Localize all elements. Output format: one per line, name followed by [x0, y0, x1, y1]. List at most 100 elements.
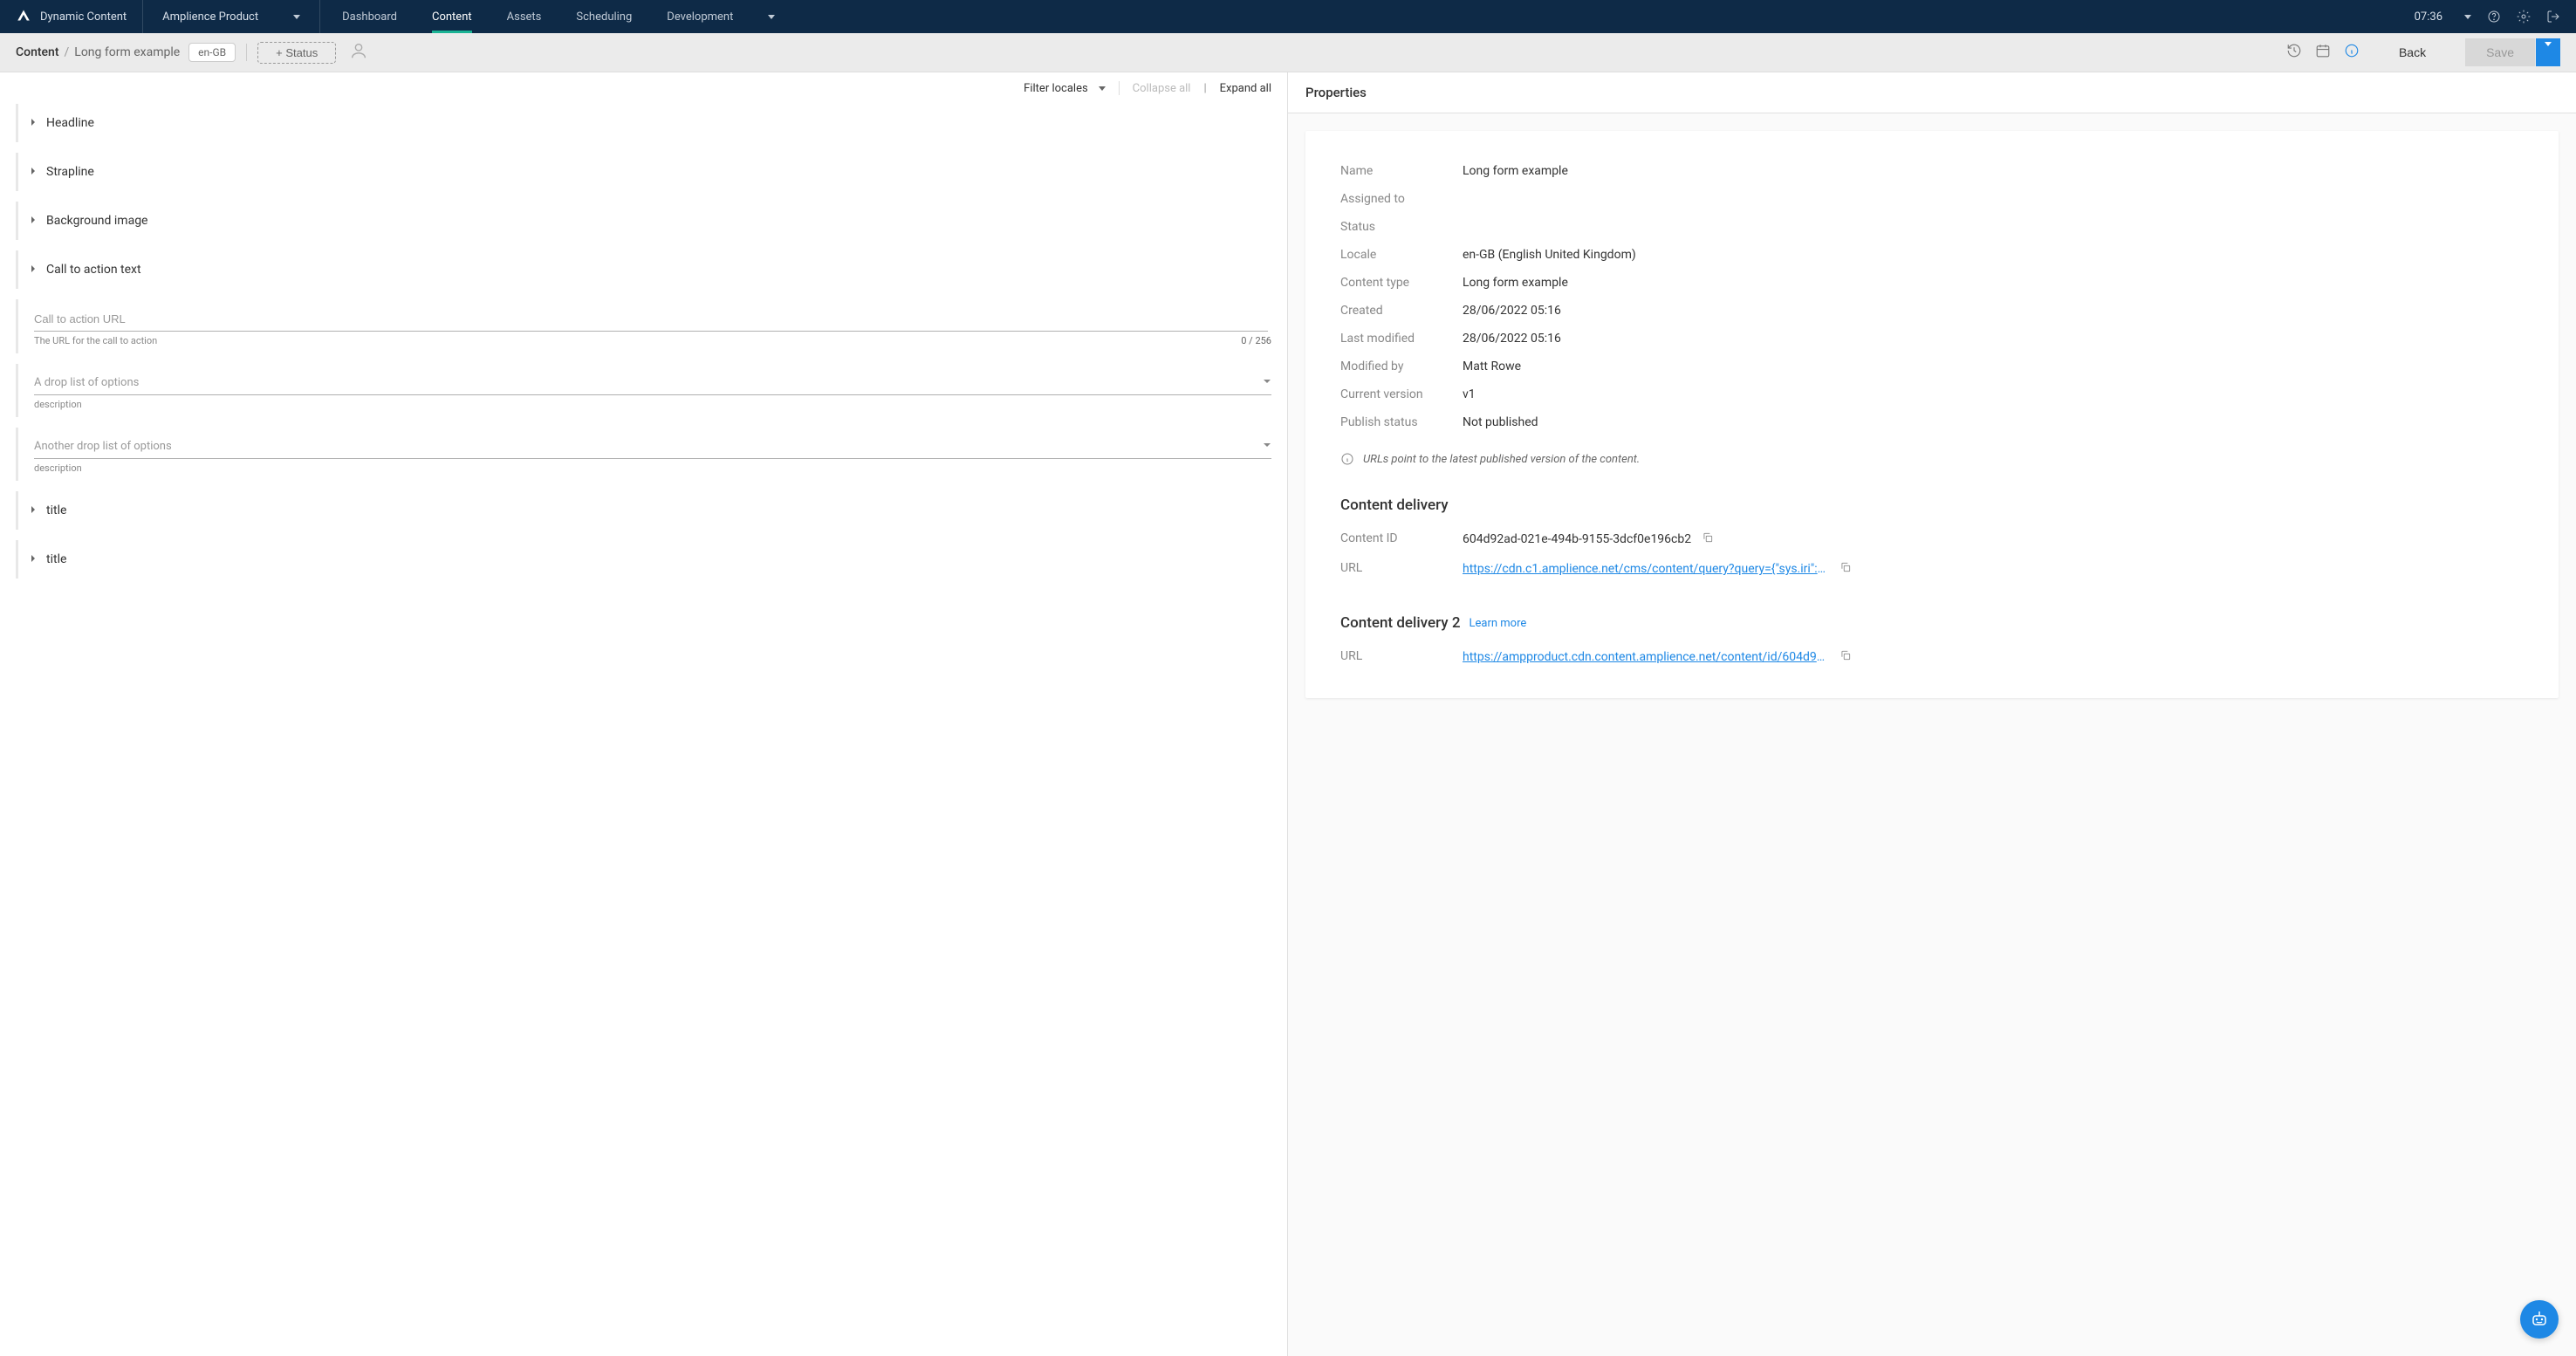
hub-selector[interactable]: Amplience Product: [143, 0, 320, 33]
form-body: Headline Strapline Background image Call…: [0, 104, 1287, 606]
filter-locales[interactable]: Filter locales: [1024, 82, 1106, 95]
drop2-select[interactable]: Another drop list of options: [34, 435, 1271, 459]
field-headline[interactable]: Headline: [16, 104, 1271, 142]
drop2-placeholder: Another drop list of options: [34, 440, 172, 453]
help-icon[interactable]: [2487, 10, 2501, 24]
add-status-button[interactable]: + Status: [257, 42, 336, 64]
chevron-right-icon: [29, 165, 38, 179]
char-counter: 0 / 256: [1241, 335, 1271, 346]
hub-name: Amplience Product: [162, 10, 258, 24]
chevron-down-icon: [2464, 15, 2471, 19]
field-strapline[interactable]: Strapline: [16, 153, 1271, 191]
prop-val: en-GB (English United Kingdom): [1463, 248, 1636, 262]
pipe-separator: |: [1203, 82, 1206, 95]
chevron-right-icon: [29, 263, 38, 277]
prop-key: Last modified: [1340, 332, 1463, 346]
collapse-all[interactable]: Collapse all: [1133, 82, 1191, 95]
logout-icon[interactable]: [2546, 10, 2560, 24]
field-title-1[interactable]: title: [16, 491, 1271, 530]
copy-icon[interactable]: [1840, 561, 1852, 577]
save-dropdown-button[interactable]: [2536, 38, 2560, 66]
chevron-right-icon: [29, 214, 38, 228]
form-panel: Filter locales Collapse all | Expand all…: [0, 72, 1288, 1356]
delivery1-heading: Content delivery: [1340, 497, 2524, 514]
content-id-value: 604d92ad-021e-494b-9155-3dcf0e196cb2: [1463, 532, 1691, 546]
field-description: description: [34, 399, 82, 410]
field-background-image[interactable]: Background image: [16, 202, 1271, 240]
breadcrumb-current: Long form example: [74, 45, 180, 59]
content-id-row: Content ID 604d92ad-021e-494b-9155-3dcf0…: [1340, 524, 2524, 554]
field-title-2[interactable]: title: [16, 540, 1271, 579]
copy-icon[interactable]: [1840, 649, 1852, 665]
field-meta: description: [34, 462, 1271, 474]
logo-section: Dynamic Content: [0, 0, 143, 33]
prop-key: URL: [1340, 561, 1463, 577]
locale-bar: Filter locales Collapse all | Expand all: [0, 72, 1287, 104]
chevron-down-icon: [293, 15, 300, 19]
drop1-select[interactable]: A drop list of options: [34, 371, 1271, 395]
prop-row: Status: [1340, 213, 2524, 241]
chevron-down-icon: [1263, 376, 1271, 389]
prop-key: Created: [1340, 304, 1463, 318]
development-dropdown[interactable]: Development: [649, 10, 792, 24]
prop-val: Long form example: [1463, 276, 1568, 290]
app-name: Dynamic Content: [40, 10, 127, 24]
time-selector[interactable]: 07:36: [2415, 10, 2471, 24]
top-nav: Dynamic Content Amplience Product Dashbo…: [0, 0, 2576, 33]
field-meta: The URL for the call to action 0 / 256: [34, 335, 1271, 346]
url1-row: URL https://cdn.c1.amplience.net/cms/con…: [1340, 554, 2524, 584]
url1-link[interactable]: https://cdn.c1.amplience.net/cms/content…: [1463, 562, 1829, 576]
info-icon[interactable]: [2344, 43, 2360, 62]
prop-key: Assigned to: [1340, 192, 1463, 206]
history-icon[interactable]: [2286, 43, 2302, 62]
assignee-icon[interactable]: [349, 41, 368, 64]
breadcrumb: Content / Long form example: [16, 45, 180, 59]
prop-key: URL: [1340, 649, 1463, 665]
prop-val: Not published: [1463, 415, 1538, 429]
url2-link[interactable]: https://ampproduct.cdn.content.amplience…: [1463, 650, 1829, 664]
chevron-down-icon: [1099, 86, 1106, 91]
cta-url-input[interactable]: [34, 306, 1268, 332]
tab-dashboard[interactable]: Dashboard: [325, 0, 414, 33]
field-label: title: [46, 552, 66, 566]
chevron-down-icon: [1263, 440, 1271, 453]
prop-key: Modified by: [1340, 360, 1463, 373]
chat-bubble[interactable]: [2520, 1300, 2559, 1339]
prop-key: Content ID: [1340, 531, 1463, 547]
prop-val: v1: [1463, 387, 1476, 401]
breadcrumb-root[interactable]: Content: [16, 45, 59, 59]
copy-icon[interactable]: [1702, 531, 1714, 547]
tab-assets[interactable]: Assets: [490, 0, 559, 33]
tab-scheduling[interactable]: Scheduling: [558, 0, 649, 33]
tab-content[interactable]: Content: [414, 0, 490, 33]
prop-row: Modified byMatt Rowe: [1340, 353, 2524, 380]
back-button[interactable]: Back: [2373, 38, 2452, 66]
drop1-placeholder: A drop list of options: [34, 376, 139, 389]
nav-left: Dynamic Content Amplience Product Dashbo…: [0, 0, 792, 33]
chevron-right-icon: [29, 503, 38, 517]
properties-body: NameLong form exampleAssigned toStatusLo…: [1288, 113, 2576, 716]
learn-more-link[interactable]: Learn more: [1469, 617, 1526, 630]
prop-row: Last modified28/06/2022 05:16: [1340, 325, 2524, 353]
toolbar-right: Back Save: [2286, 38, 2560, 66]
expand-all[interactable]: Expand all: [1220, 82, 1271, 95]
calendar-icon[interactable]: [2315, 43, 2331, 62]
prop-row: Content typeLong form example: [1340, 269, 2524, 297]
info-note: URLs point to the latest published versi…: [1340, 452, 2524, 466]
locale-chip[interactable]: en-GB: [188, 43, 236, 62]
properties-panel: Properties NameLong form exampleAssigned…: [1288, 72, 2576, 1356]
prop-row: Assigned to: [1340, 185, 2524, 213]
settings-icon[interactable]: [2517, 10, 2531, 24]
properties-header: Properties: [1288, 72, 2576, 113]
url2-row: URL https://ampproduct.cdn.content.ampli…: [1340, 642, 2524, 672]
field-label: Call to action text: [46, 263, 141, 277]
toolbar: Content / Long form example en-GB + Stat…: [0, 33, 2576, 72]
prop-val: 28/06/2022 05:16: [1463, 304, 1561, 318]
field-label: title: [46, 503, 66, 517]
delivery2-text: Content delivery 2: [1340, 614, 1460, 632]
prop-val: Matt Rowe: [1463, 360, 1521, 373]
chevron-right-icon: [29, 552, 38, 566]
chevron-right-icon: [29, 116, 38, 130]
field-cta-text[interactable]: Call to action text: [16, 250, 1271, 289]
divider: [246, 44, 247, 61]
